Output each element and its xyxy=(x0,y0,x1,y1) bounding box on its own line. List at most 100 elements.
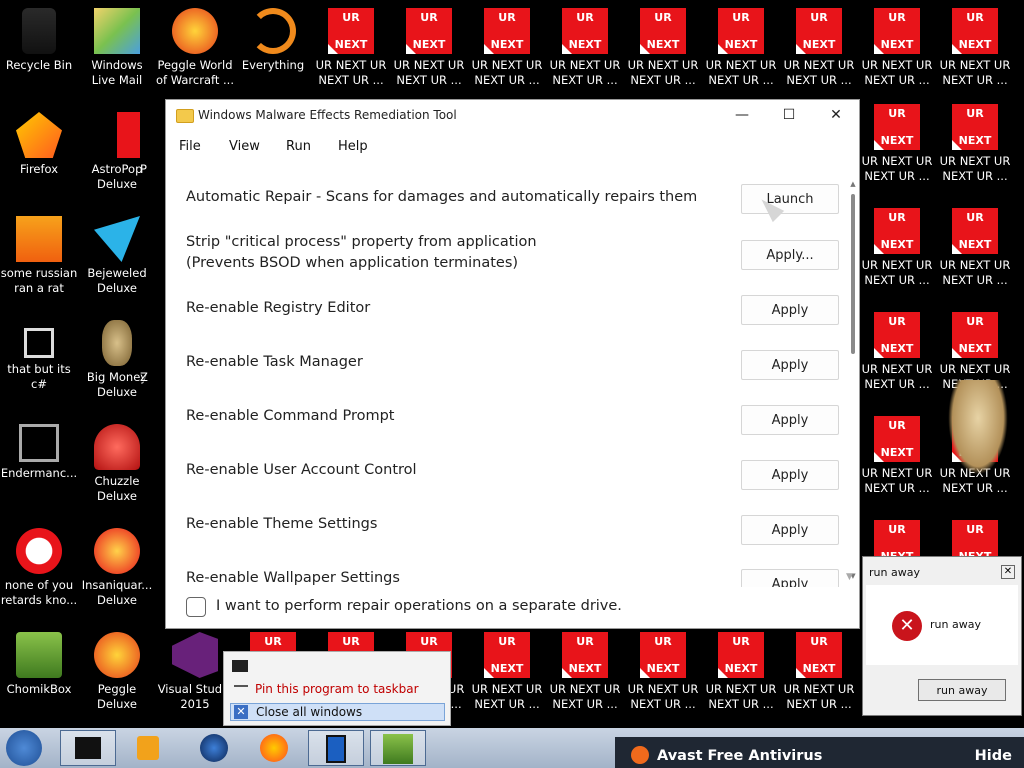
minimize-button[interactable]: — xyxy=(719,100,765,131)
taskbar-item-media-player[interactable] xyxy=(120,730,176,766)
ur-next-desktop-icon[interactable]: URNEXTUR NEXT UR NEXT UR ... xyxy=(858,312,936,392)
taskbar-item-device[interactable] xyxy=(308,730,364,766)
peggle-icon xyxy=(94,632,140,678)
chevron-down-icon: ▼ xyxy=(846,572,853,582)
ur-next-desktop-icon[interactable]: URNEXTUR NEXT UR NEXT UR ... xyxy=(468,8,546,88)
shortcut-arrow-icon xyxy=(874,140,884,150)
ur-next-icon: URNEXT xyxy=(718,632,764,678)
desktop-icon-windows-live-mail[interactable]: Windows Live Mail xyxy=(78,8,156,88)
launch-button[interactable]: Launch xyxy=(741,184,839,214)
strip-critical-apply-button[interactable]: Apply... xyxy=(741,240,839,270)
shortcut-arrow-icon xyxy=(952,44,962,54)
pin-to-taskbar-item[interactable]: Pin this program to taskbar xyxy=(255,682,419,696)
ur-next-desktop-icon[interactable]: URNEXTUR NEXT UR NEXT UR ... xyxy=(858,104,936,184)
task-manager-apply-button[interactable]: Apply xyxy=(741,350,839,380)
uac-apply-button[interactable]: Apply xyxy=(741,460,839,490)
close-all-windows-item[interactable]: ✕ Close all windows xyxy=(230,703,445,721)
desktop-icon-chuzzle[interactable]: Chuzzle Deluxe xyxy=(78,424,156,504)
ur-next-desktop-icon[interactable]: URNEXTUR NEXT UR NEXT UR ... xyxy=(702,8,780,88)
desktop-icon-firefox[interactable]: Firefox xyxy=(0,112,78,177)
ur-next-desktop-icon[interactable]: URNEXTUR NEXT UR NEXT UR ... xyxy=(936,208,1014,288)
dialog-body: ✕ run away xyxy=(866,585,1018,665)
ur-next-icon: URNEXT xyxy=(484,632,530,678)
ur-next-desktop-icon[interactable]: URNEXTUR NEXT UR NEXT UR ... xyxy=(936,8,1014,88)
desktop-icon-bejeweled[interactable]: Bejeweled Deluxe xyxy=(78,216,156,296)
row-command-prompt-label: Re-enable Command Prompt xyxy=(186,408,395,424)
ur-next-desktop-icon[interactable]: URNEXTUR NEXT UR NEXT UR ... xyxy=(546,8,624,88)
theme-settings-apply-button[interactable]: Apply xyxy=(741,515,839,545)
scrollbar-thumb[interactable] xyxy=(851,194,855,354)
ur-next-desktop-icon[interactable]: URNEXTUR NEXT UR NEXT UR ... xyxy=(702,632,780,712)
shortcut-arrow-icon xyxy=(562,668,572,678)
taskbar-item-globe[interactable] xyxy=(186,730,242,766)
ur-next-desktop-icon[interactable]: URNEXTUR NEXT UR NEXT UR ... xyxy=(312,8,390,88)
run-away-button[interactable]: run away xyxy=(918,679,1006,701)
desktop-icon-none-of-you[interactable]: none of you retards kno... xyxy=(0,528,78,608)
ur-next-icon: URNEXT xyxy=(952,208,998,254)
pin-icon xyxy=(234,685,248,695)
desktop-icon-that-but-csharp[interactable]: that but its c# xyxy=(0,320,78,392)
shortcut-arrow-icon xyxy=(952,140,962,150)
desktop-icon-partial-p[interactable]: P xyxy=(140,112,166,177)
desktop-icon-peggle-wow[interactable]: Peggle World of Warcraft ... xyxy=(156,8,234,88)
avast-notification[interactable]: Avast Free Antivirus Hide xyxy=(615,737,1024,768)
maximize-button[interactable]: ☐ xyxy=(766,100,812,131)
ur-next-desktop-icon[interactable]: URNEXTUR NEXT UR NEXT UR ... xyxy=(624,632,702,712)
desktop-icon-endermanch[interactable]: Endermanc... xyxy=(0,424,78,481)
hide-button[interactable]: Hide xyxy=(975,748,1012,764)
ur-next-desktop-icon[interactable]: URNEXTUR NEXT UR NEXT UR ... xyxy=(390,8,468,88)
ur-next-desktop-icon[interactable]: URNEXTUR NEXT UR NEXT UR ... xyxy=(936,104,1014,184)
scroll-up-icon[interactable]: ▲ xyxy=(848,180,858,188)
desktop-icon-insaniquarium[interactable]: Insaniquar... Deluxe xyxy=(78,528,156,608)
menu-file[interactable]: File xyxy=(179,139,201,154)
menu-run[interactable]: Run xyxy=(286,139,311,154)
taskbar-item-app[interactable] xyxy=(60,730,116,766)
menu-help[interactable]: Help xyxy=(338,139,368,154)
app-icon xyxy=(19,424,59,462)
shortcut-arrow-icon xyxy=(718,44,728,54)
shortcut-arrow-icon xyxy=(562,44,572,54)
shortcut-arrow-icon xyxy=(796,668,806,678)
ur-next-desktop-icon[interactable]: URNEXTUR NEXT UR NEXT UR ... xyxy=(780,8,858,88)
taskbar-item-firefox[interactable] xyxy=(246,730,302,766)
ur-next-desktop-icon[interactable]: URNEXTUR NEXT UR NEXT UR ... xyxy=(780,632,858,712)
ur-next-icon: URNEXT xyxy=(640,632,686,678)
ur-next-desktop-icon[interactable]: URNEXTUR NEXT UR NEXT UR ... xyxy=(546,632,624,712)
run-away-dialog[interactable]: run away ✕ ✕ run away run away xyxy=(862,556,1022,716)
start-button[interactable] xyxy=(6,730,42,766)
desktop-icon-everything[interactable]: Everything xyxy=(234,8,312,73)
ur-next-icon: URNEXT xyxy=(796,632,842,678)
wallpaper-settings-apply-button[interactable]: Apply xyxy=(741,569,839,587)
shortcut-arrow-icon xyxy=(328,44,338,54)
taskbar-item-chomikbox[interactable] xyxy=(370,730,426,766)
command-prompt-apply-button[interactable]: Apply xyxy=(741,405,839,435)
desktop-icon-recycle-bin[interactable]: Recycle Bin xyxy=(0,8,78,73)
ur-next-icon: URNEXT xyxy=(874,416,920,462)
desktop-icon-partial-z[interactable]: Z xyxy=(140,320,166,385)
ur-next-desktop-icon[interactable]: URNEXTUR NEXT UR NEXT UR ... xyxy=(858,416,936,496)
dialog-message: run away xyxy=(930,618,981,631)
desktop-icon-peggle-deluxe[interactable]: Peggle Deluxe xyxy=(78,632,156,712)
ur-next-icon: URNEXT xyxy=(952,104,998,150)
ur-next-desktop-icon[interactable]: URNEXTUR NEXT UR NEXT UR ... xyxy=(624,8,702,88)
shortcut-arrow-icon xyxy=(874,348,884,358)
globe-icon xyxy=(200,734,228,762)
desktop-icon-some-russian[interactable]: some russian ran a rat xyxy=(0,216,78,296)
title-bar[interactable]: Windows Malware Effects Remediation Tool… xyxy=(166,100,859,131)
close-button[interactable]: ✕ xyxy=(813,100,859,131)
ur-next-desktop-icon[interactable]: URNEXTUR NEXT UR NEXT UR ... xyxy=(468,632,546,712)
dialog-close-button[interactable]: ✕ xyxy=(1001,565,1015,579)
registry-editor-apply-button[interactable]: Apply xyxy=(741,295,839,325)
row-automatic-repair-label: Automatic Repair - Scans for damages and… xyxy=(186,189,698,205)
ur-next-desktop-icon[interactable]: URNEXTUR NEXT UR NEXT UR ... xyxy=(858,208,936,288)
row-uac-label: Re-enable User Account Control xyxy=(186,462,417,478)
remediation-tool-window[interactable]: Windows Malware Effects Remediation Tool… xyxy=(165,99,860,629)
desktop-icon-chomikbox[interactable]: ChomikBox xyxy=(0,632,78,697)
mail-icon xyxy=(94,8,140,54)
menu-view[interactable]: View xyxy=(229,139,260,154)
device-icon xyxy=(326,735,346,763)
separate-drive-checkbox[interactable] xyxy=(186,597,206,617)
ur-next-desktop-icon[interactable]: URNEXTUR NEXT UR NEXT UR ... xyxy=(858,8,936,88)
search-icon xyxy=(250,8,296,54)
vertical-scrollbar[interactable]: ▲ ▼ xyxy=(848,180,858,580)
